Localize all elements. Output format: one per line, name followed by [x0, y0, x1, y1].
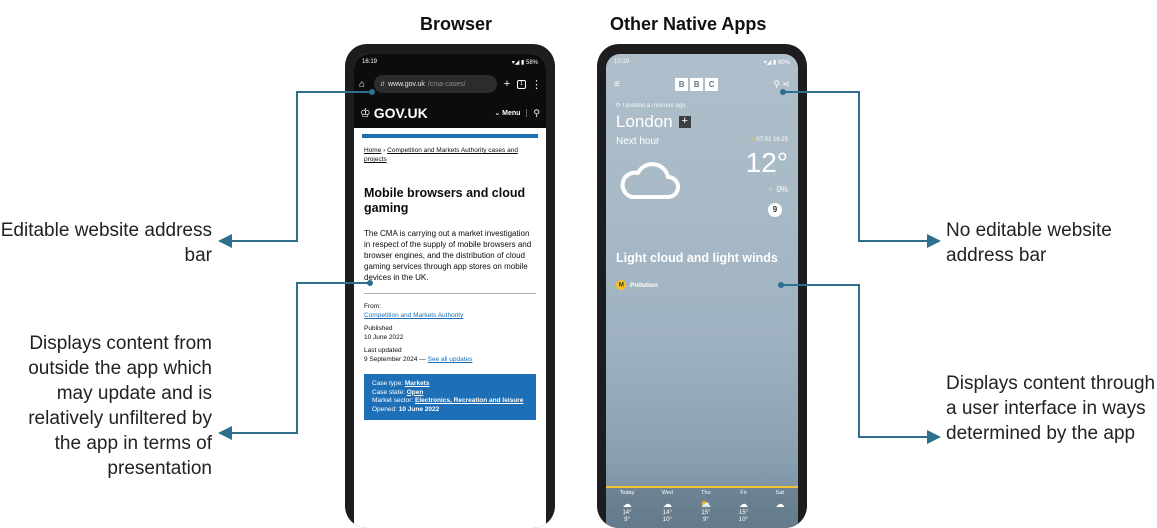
- status-bar: 10:19 ▾◢ ▮ 90%: [606, 54, 798, 70]
- pollution-row[interactable]: M Pollution: [606, 266, 798, 293]
- crown-icon: ♔: [360, 106, 371, 120]
- sun-cloud-icon: ⛅: [700, 499, 712, 509]
- page-content: Home › Competition and Markets Authority…: [354, 138, 546, 428]
- current-weather: 12° ⁘ 0% 9: [606, 147, 798, 227]
- see-all-updates-link[interactable]: See all updates: [428, 356, 473, 363]
- temperature: 12°: [745, 147, 788, 178]
- browser-phone: 16:19 ▾◢ ▮ 58% ⌂ ⇵ www.gov.uk/cma-cases/…: [345, 44, 555, 528]
- new-tab-icon[interactable]: +: [502, 78, 512, 90]
- native-apps-heading: Other Native Apps: [610, 14, 767, 34]
- case-type-row: Case type: Markets: [372, 380, 430, 387]
- site-info-icon[interactable]: ⇵: [380, 81, 385, 88]
- more-options-icon[interactable]: ⋮: [531, 78, 542, 91]
- native-app-phone: 10:19 ▾◢ ▮ 90% ≡ BBC ⚲ ⋖ ⟳ Updated a mom…: [597, 44, 807, 528]
- app-bar: ≡ BBC ⚲ ⋖: [606, 70, 798, 98]
- case-state-row: Case state: Open: [372, 388, 424, 396]
- annotation-content-outside-app: Displays content from outside the app wh…: [28, 333, 212, 479]
- search-icon[interactable]: ⚲: [773, 79, 780, 89]
- page-description: The CMA is carrying out a market investi…: [364, 229, 532, 282]
- market-sector-row: Market sector: Electronics, Recreation a…: [372, 397, 524, 404]
- updated-date: 9 September 2024 —: [364, 356, 426, 363]
- status-bar: 16:19 ▾◢ ▮ 58%: [354, 54, 546, 70]
- location-title: London +: [606, 109, 798, 132]
- published-label: Published: [364, 325, 393, 332]
- pollution-badge-icon: M: [613, 277, 629, 293]
- published-date: 10 June 2022: [364, 334, 404, 341]
- share-icon[interactable]: ⋖: [782, 79, 790, 89]
- case-state-link[interactable]: Open: [407, 389, 424, 396]
- add-location-icon[interactable]: +: [678, 116, 691, 128]
- updated-label: Last updated: [364, 347, 402, 354]
- case-details-box: Case type: Markets Case state: Open Mark…: [364, 374, 536, 420]
- breadcrumb: Home › Competition and Markets Authority…: [364, 146, 536, 164]
- search-icon[interactable]: ⚲: [527, 108, 540, 119]
- raindrop-icon: ⁘: [767, 185, 775, 194]
- cloud-icon: ☁: [662, 499, 672, 509]
- updated-row: 9 September 2024 — See all updates: [364, 355, 536, 364]
- annotation-no-editable-address-bar: No editable website address bar: [946, 220, 1112, 266]
- cloud-icon: ☁: [622, 499, 632, 509]
- forecast-day[interactable]: Wed ☁ 14° 10°: [662, 490, 673, 528]
- breadcrumb-home-link[interactable]: Home: [364, 147, 381, 154]
- forecast-day[interactable]: Sat ☁: [775, 490, 784, 528]
- address-bar[interactable]: ⇵ www.gov.uk/cma-cases/: [374, 75, 497, 93]
- cloud-icon: ☁: [775, 499, 785, 509]
- page-title: Mobile browsers and cloud gaming: [364, 186, 526, 215]
- status-battery: ▾◢ ▮ 90%: [763, 59, 790, 66]
- connector-no-editable-address-bar: [785, 91, 941, 248]
- status-battery: ▾◢ ▮ 58%: [511, 59, 538, 66]
- wind-speed-badge: 9: [768, 203, 782, 217]
- search-share-icons[interactable]: ⚲ ⋖: [773, 79, 790, 90]
- sun-times: ☀ 07:02 16:25: [749, 137, 788, 143]
- city-name: London: [616, 112, 673, 131]
- divider: [364, 293, 536, 294]
- from-label: From:: [364, 303, 381, 310]
- home-icon[interactable]: ⌂: [359, 79, 369, 90]
- next-hour-row: Next hour ☀ 07:02 16:25: [606, 132, 798, 147]
- market-sector-link[interactable]: Electronics, Recreation and leisure: [415, 397, 523, 404]
- sunrise-icon: ☀: [749, 137, 755, 143]
- updated-text: ⟳ Updated a moment ago: [616, 103, 686, 109]
- tabs-icon[interactable]: 1: [517, 79, 526, 89]
- status-time: 16:19: [362, 59, 378, 65]
- from-link[interactable]: Competition and Markets Authority: [364, 311, 536, 320]
- govuk-header: ♔ GOV.UK ⌄ Menu ⚲: [354, 98, 546, 128]
- opened-date: 10 June 2022: [398, 405, 440, 413]
- forecast-day[interactable]: Thu ⛅ 15° 9°: [700, 490, 711, 528]
- daily-forecast-strip[interactable]: Today ☁ 14° 9° Wed ☁ 14° 10° Thu ⛅ 15° 9…: [606, 486, 798, 528]
- case-type-link[interactable]: Markets: [405, 380, 430, 387]
- browser-heading: Browser: [420, 14, 493, 34]
- pollution-label: Pollution: [630, 281, 658, 289]
- annotation-content-through-ui: Displays content through a user interfac…: [946, 373, 1156, 444]
- bbc-logo: BBC: [675, 77, 719, 91]
- forecast-day[interactable]: Today ☁ 14° 9°: [620, 490, 635, 528]
- forecast-day[interactable]: Fri ☁ 15° 10°: [739, 490, 748, 528]
- cloud-icon: [620, 162, 680, 199]
- browser-screen: 16:19 ▾◢ ▮ 58% ⌂ ⇵ www.gov.uk/cma-cases/…: [354, 54, 546, 528]
- weather-condition: Light cloud and light winds: [616, 251, 778, 265]
- weather-app-screen: 10:19 ▾◢ ▮ 90% ≡ BBC ⚲ ⋖ ⟳ Updated a mom…: [606, 54, 798, 528]
- govuk-logo[interactable]: GOV.UK: [374, 105, 489, 121]
- precipitation: ⁘ 0%: [767, 185, 789, 194]
- opened-row: Opened: 10 June 2022: [372, 405, 440, 413]
- hamburger-menu-icon[interactable]: ≡: [614, 79, 620, 90]
- browser-toolbar: ⌂ ⇵ www.gov.uk/cma-cases/ + 1 ⋮: [354, 70, 546, 98]
- status-time: 10:19: [614, 59, 630, 65]
- page-metadata: From: Competition and Markets Authority …: [364, 302, 536, 364]
- annotation-editable-address-bar: Editable website address bar: [0, 220, 212, 266]
- cloud-icon: ☁: [738, 499, 748, 509]
- url-path: /cma-cases/: [427, 80, 466, 88]
- breadcrumb-section-link[interactable]: Competition and Markets Authority cases …: [364, 147, 518, 163]
- menu-button[interactable]: ⌄ Menu: [488, 109, 528, 117]
- url-host: www.gov.uk: [388, 80, 425, 88]
- next-hour-label: Next hour: [616, 136, 660, 147]
